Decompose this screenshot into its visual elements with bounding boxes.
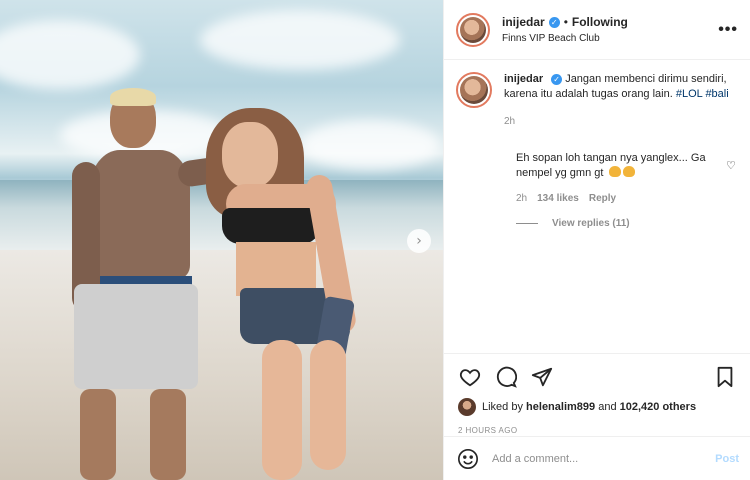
post-header: inijedar ✓ • Following Finns VIP Beach C…	[444, 0, 750, 60]
liker-username[interactable]: helenalim899	[526, 401, 595, 413]
comment-likes[interactable]: 134 likes	[537, 191, 579, 206]
heart-icon[interactable]	[458, 365, 482, 389]
comments-area[interactable]: inijedar ✓ Jangan membenci dirimu sendiri…	[444, 60, 750, 353]
comment-meta: 2h 134 likes Reply	[516, 191, 718, 206]
clapping-hands-emoji	[622, 166, 635, 177]
instagram-post: › inijedar ✓ • Following Finns VIP Beach…	[0, 0, 750, 480]
paper-plane-icon[interactable]	[530, 365, 554, 389]
hashtag-bali[interactable]: #bali	[705, 88, 728, 100]
hashtag-lol[interactable]: #LOL	[676, 88, 703, 100]
likes-and: and	[598, 401, 617, 413]
liked-by-prefix: Liked by	[482, 401, 523, 413]
caption-username[interactable]: inijedar	[504, 73, 543, 85]
post-timestamp: 2 HOURS AGO	[458, 426, 518, 435]
verified-badge-icon: ✓	[548, 16, 560, 28]
username-link[interactable]: inijedar	[502, 15, 545, 29]
post-actions: Liked by helenalim899 and 102,420 others…	[444, 353, 750, 435]
caption-time: 2h	[504, 116, 516, 127]
clapping-hands-emoji	[608, 166, 621, 177]
more-dots-icon[interactable]: •••	[718, 21, 738, 39]
post-button[interactable]: Post	[715, 453, 739, 465]
location-link[interactable]: Finns VIP Beach Club	[502, 33, 718, 44]
separator-dot: •	[563, 15, 568, 29]
woman-figure	[200, 108, 380, 480]
heart-icon[interactable]: ♡	[726, 159, 738, 206]
liker-avatar[interactable]	[458, 398, 476, 416]
caption-avatar[interactable]	[456, 72, 492, 108]
comment-icon[interactable]	[494, 365, 518, 389]
chevron-right-icon[interactable]: ›	[407, 229, 431, 253]
avatar[interactable]	[456, 12, 490, 47]
comment-time: 2h	[516, 193, 528, 204]
view-replies-label: View replies (11)	[552, 218, 630, 229]
header-meta: inijedar ✓ • Following Finns VIP Beach C…	[502, 15, 718, 44]
comment-input[interactable]	[492, 452, 716, 465]
smiley-icon[interactable]	[456, 447, 480, 471]
post-side-panel: inijedar ✓ • Following Finns VIP Beach C…	[443, 0, 750, 480]
comment-body: Eh sopan loh tangan nya yanglex... Ga ne…	[516, 151, 718, 206]
view-replies-button[interactable]: View replies (11)	[456, 218, 738, 229]
following-button[interactable]: Following	[572, 15, 628, 29]
man-figure	[70, 88, 240, 480]
caption-body: inijedar ✓ Jangan membenci dirimu sendiri…	[504, 72, 738, 129]
caption: inijedar ✓ Jangan membenci dirimu sendiri…	[456, 72, 738, 129]
add-comment-bar: Post	[444, 436, 750, 480]
post-photo[interactable]: ›	[0, 0, 443, 480]
likes-count[interactable]: 102,420 others	[620, 401, 696, 413]
reply-button[interactable]: Reply	[589, 191, 616, 206]
verified-badge-icon: ✓	[551, 74, 563, 85]
comment-item: Eh sopan loh tangan nya yanglex... Ga ne…	[456, 151, 738, 206]
likes-row: Liked by helenalim899 and 102,420 others	[458, 398, 737, 416]
bookmark-icon[interactable]	[713, 365, 737, 389]
